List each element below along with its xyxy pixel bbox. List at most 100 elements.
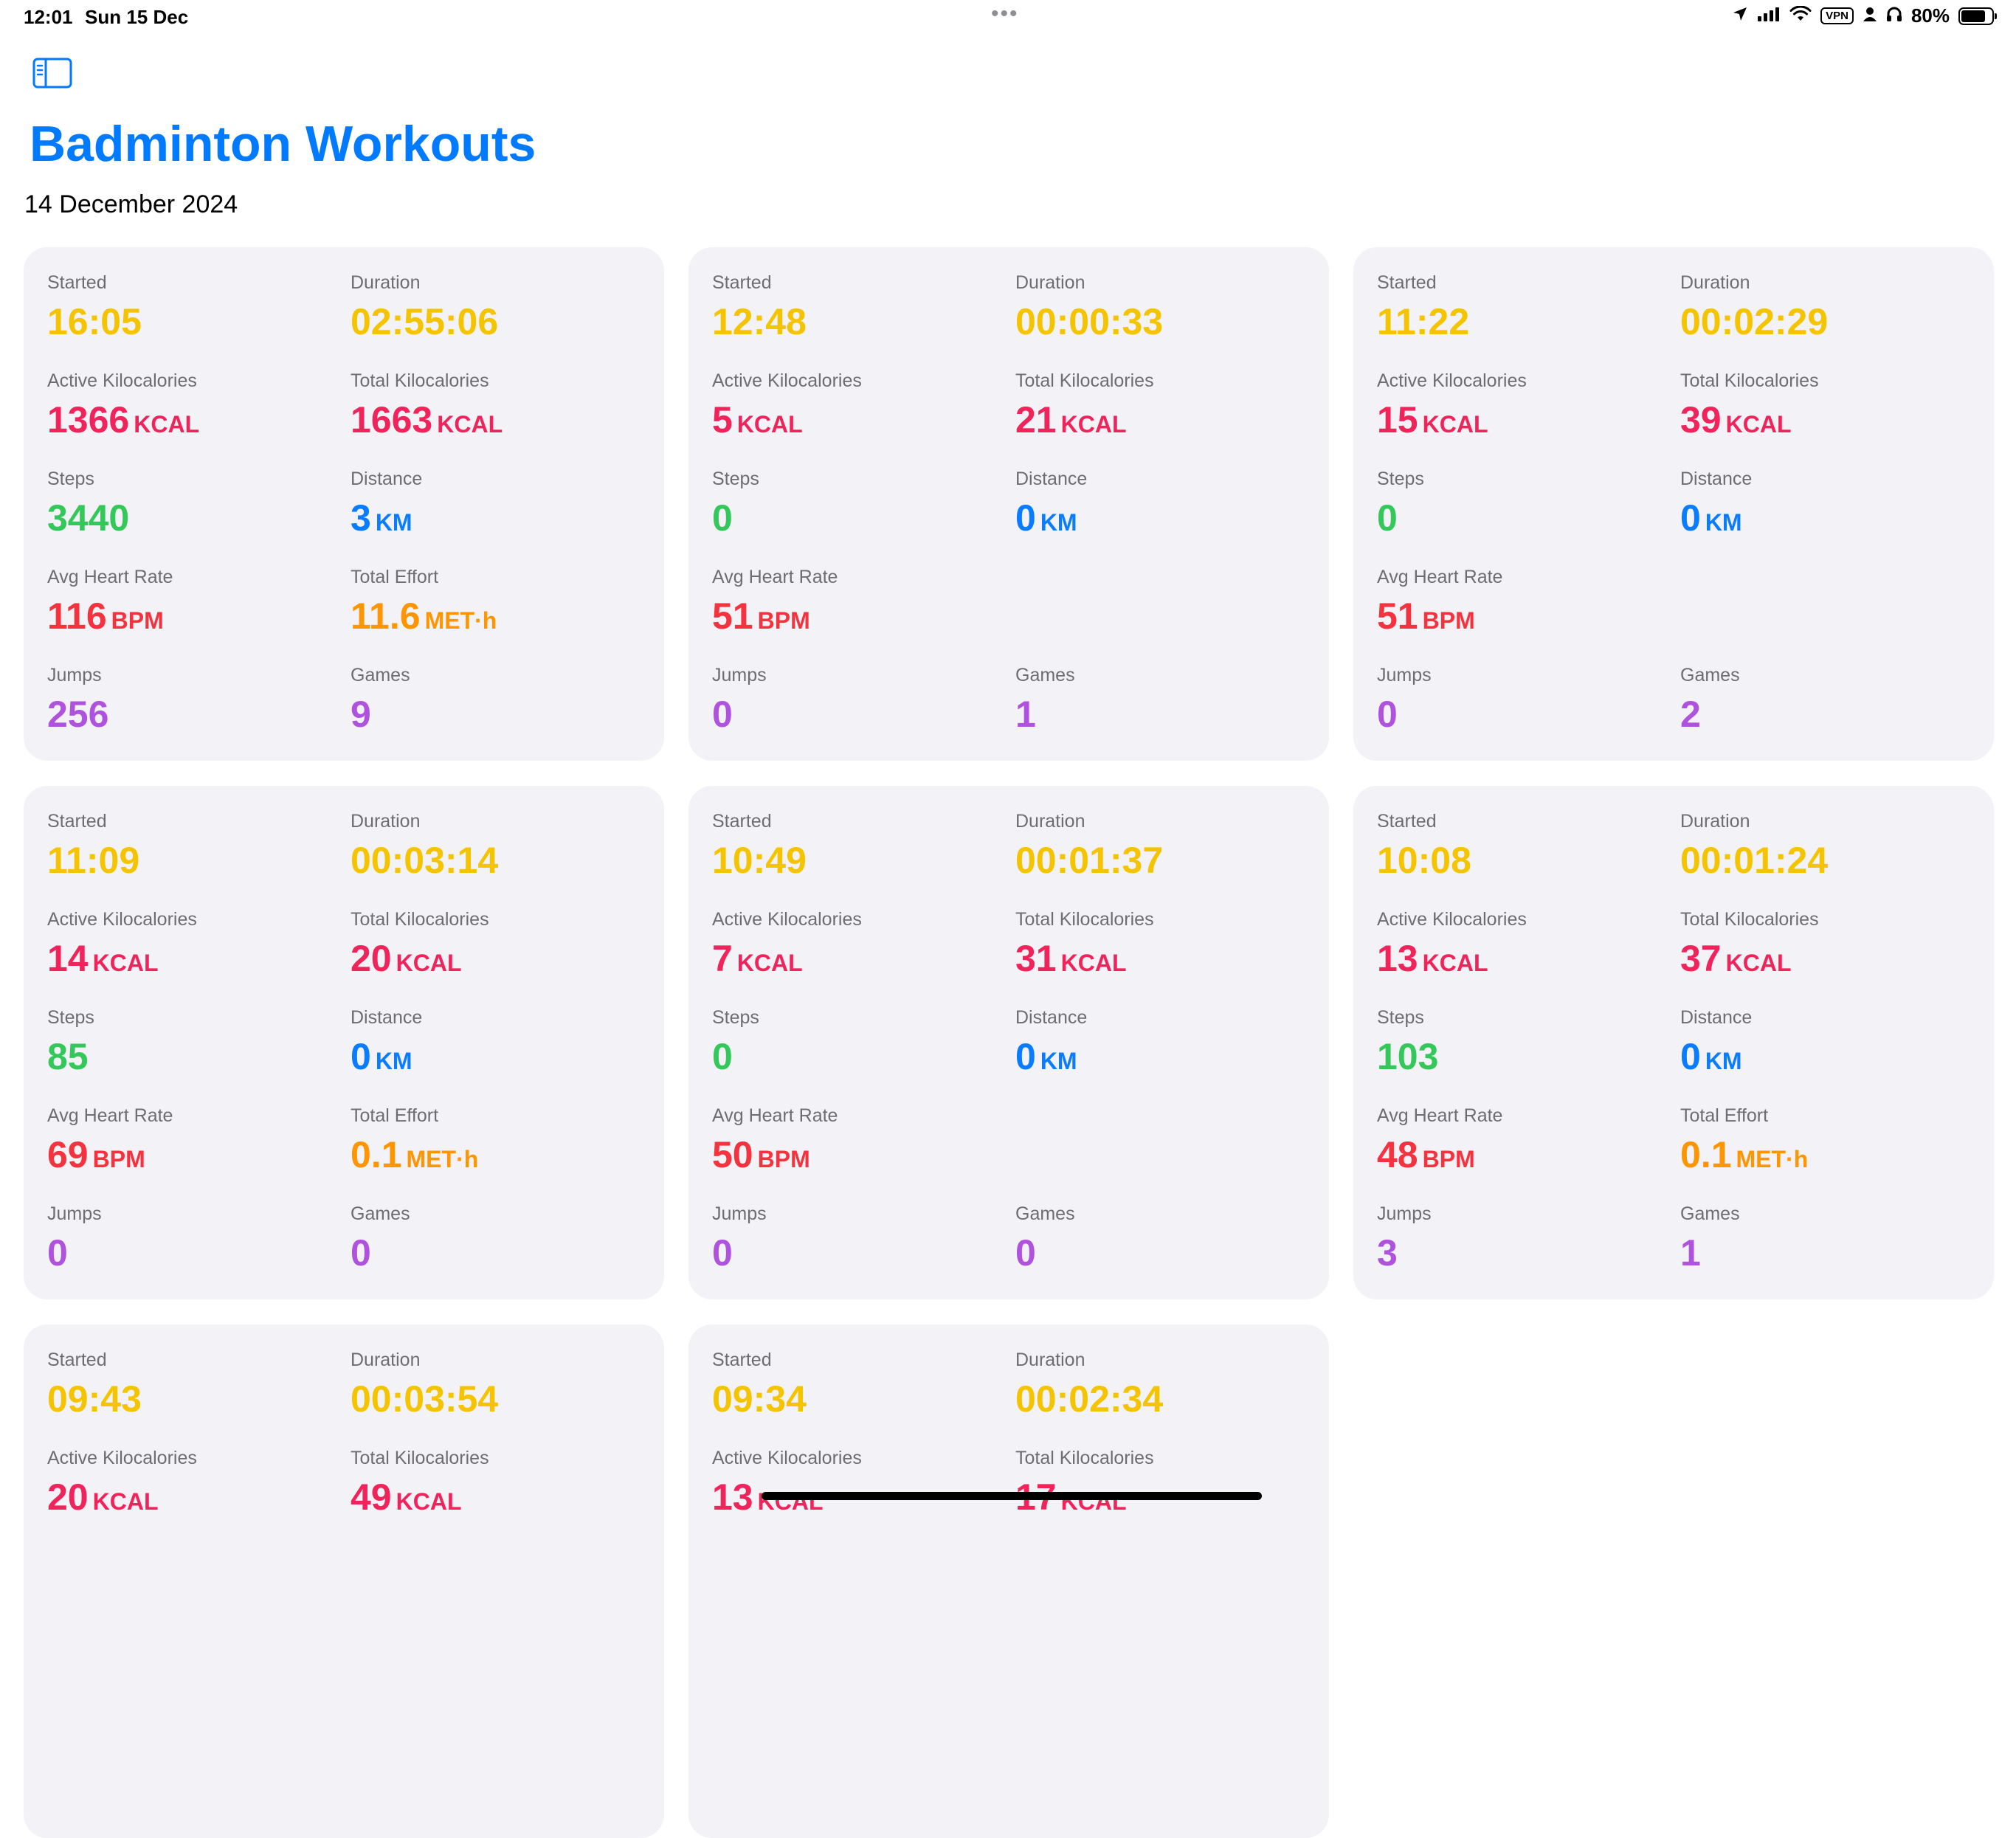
jumps-number: 0 (712, 694, 733, 735)
jumps-label: Jumps (1377, 1203, 1432, 1224)
total-kcal-metric: Total Kilocalories 17KCAL (1015, 1447, 1311, 1527)
total-kcal-label: Total Kilocalories (1015, 1448, 1154, 1468)
total-kcal-value: 20 KCAL (351, 938, 646, 989)
games-metric: Games 0 (1015, 1203, 1311, 1283)
started-metric: Started 10:49 (712, 810, 1007, 891)
jumps-metric: Jumps 0 (1377, 664, 1672, 744)
jumps-label: Jumps (712, 1203, 767, 1224)
steps-metric: Steps 0 (1377, 468, 1672, 548)
distance-metric: Distance 0 KM (1015, 468, 1311, 548)
avg-heart-rate-number: 48 (1377, 1134, 1418, 1175)
active-kcal-value: 20 KCAL (47, 1476, 342, 1527)
duration-value: 00:02:34 (1015, 1378, 1311, 1429)
duration-value: 00:00:33 (1015, 301, 1311, 352)
jumps-metric: Jumps 0 (712, 1203, 1007, 1283)
sidebar-toggle-button[interactable] (32, 58, 72, 89)
total-kcal-value: 17KCAL (1015, 1476, 1311, 1527)
steps-label: Steps (712, 1007, 759, 1028)
active-kcal-label: Active Kilocalories (712, 370, 862, 391)
workout-card[interactable]: Started 09:43 Duration 00:03:54 Active Kiloc… (24, 1324, 664, 1838)
started-value: 09:43 (47, 1378, 342, 1429)
active-kcal-unit: KCAL (134, 411, 200, 438)
sidebar-toggle-icon (32, 58, 72, 89)
active-kcal-number: 15 (1377, 399, 1418, 441)
workout-card[interactable]: Started 16:05 Duration 02:55:06 Active Kiloc… (24, 247, 664, 761)
duration-value: 02:55:06 (351, 301, 646, 352)
games-value: 0 (351, 1232, 646, 1283)
started-value: 09:34 (712, 1378, 1007, 1429)
jumps-label: Jumps (47, 665, 102, 685)
total-kcal-unit: KCAL (1725, 950, 1792, 976)
active-kcal-number: 14 (47, 938, 89, 979)
started-metric: Started 11:09 (47, 810, 342, 891)
avg-heart-rate-unit: BPM (757, 607, 810, 634)
page-date: 14 December 2024 (24, 190, 238, 218)
active-kcal-label: Active Kilocalories (47, 1448, 197, 1468)
started-metric: Started 09:34 (712, 1349, 1007, 1429)
avg-heart-rate-unit: BPM (1422, 607, 1475, 634)
avg-heart-rate-value: 51 BPM (712, 595, 1007, 646)
active-kcal-metric: Active Kilocalories 1366 KCAL (47, 370, 342, 450)
total-effort-number: 0.1 (351, 1134, 402, 1175)
total-kcal-value: 37 KCAL (1680, 938, 1975, 989)
status-date: Sun 15 Dec (85, 6, 189, 28)
active-kcal-label: Active Kilocalories (1377, 370, 1527, 391)
duration-number: 00:02:34 (1015, 1378, 1164, 1420)
jumps-value: 0 (1377, 694, 1672, 744)
distance-label: Distance (1015, 469, 1088, 489)
cellular-signal-icon (1757, 6, 1781, 26)
multitasking-dots-icon[interactable]: ••• (991, 1, 1019, 27)
workout-card[interactable]: Started 11:22 Duration 00:02:29 Active Kiloc… (1353, 247, 1994, 761)
total-effort-unit: MET·h (406, 1146, 479, 1172)
games-label: Games (1680, 1203, 1740, 1224)
started-label: Started (712, 811, 772, 832)
steps-value: 0 (712, 1036, 1007, 1087)
jumps-number: 256 (47, 694, 109, 735)
total-kcal-value: 49 KCAL (351, 1476, 646, 1527)
total-kcal-metric: Total Kilocalories 31 KCAL (1015, 908, 1311, 989)
duration-number: 00:01:24 (1680, 840, 1829, 881)
total-kcal-metric: Total Kilocalories 39 KCAL (1680, 370, 1975, 450)
distance-label: Distance (1015, 1007, 1088, 1028)
page-title: Badminton Workouts (30, 116, 536, 172)
jumps-label: Jumps (712, 665, 767, 685)
started-label: Started (712, 1350, 772, 1370)
steps-metric: Steps 3440 (47, 468, 342, 548)
active-kcal-value: 7 KCAL (712, 938, 1007, 989)
duration-metric: Duration 00:02:34 (1015, 1349, 1311, 1429)
avg-heart-rate-unit: BPM (92, 1146, 145, 1172)
distance-value: 0 KM (1015, 497, 1311, 548)
total-effort-metric: Total Effort 0.1 MET·h (351, 1105, 646, 1185)
duration-number: 00:01:37 (1015, 840, 1164, 881)
workout-card[interactable]: Started 12:48 Duration 00:00:33 Active Kiloc… (688, 247, 1329, 761)
distance-metric: Distance 0 KM (1680, 1006, 1975, 1087)
distance-value: 0 KM (351, 1036, 646, 1087)
avg-heart-rate-number: 69 (47, 1134, 89, 1175)
total-effort-number: 0.1 (1680, 1134, 1732, 1175)
avg-heart-rate-metric: Avg Heart Rate 51 BPM (712, 566, 1007, 646)
total-kcal-metric: Total Kilocalories 49 KCAL (351, 1447, 646, 1527)
workout-card[interactable]: Started 10:08 Duration 00:01:24 Active Kiloc… (1353, 786, 1994, 1299)
distance-unit: KM (375, 1048, 412, 1074)
jumps-metric: Jumps 3 (1377, 1203, 1672, 1283)
distance-metric: Distance 0 KM (1015, 1006, 1311, 1087)
distance-label: Distance (1680, 1007, 1753, 1028)
games-metric: Games 0 (351, 1203, 646, 1283)
active-kcal-label: Active Kilocalories (712, 909, 862, 930)
jumps-metric: Jumps 256 (47, 664, 342, 744)
workout-card[interactable]: Started 11:09 Duration 00:03:14 Active Kiloc… (24, 786, 664, 1299)
workout-card[interactable]: Started 09:34 Duration 00:02:34 Active Kiloc… (688, 1324, 1329, 1838)
duration-value: 00:01:24 (1680, 840, 1975, 891)
games-value: 1 (1015, 694, 1311, 744)
avg-heart-rate-value: 51 BPM (1377, 595, 1672, 646)
games-metric: Games 1 (1680, 1203, 1975, 1283)
duration-label: Duration (1680, 811, 1750, 832)
status-time: 12:01 (24, 6, 73, 28)
active-kcal-metric: Active Kilocalories 13 KCAL (712, 1447, 1007, 1527)
home-indicator[interactable] (762, 1492, 1262, 1500)
person-icon (1863, 6, 1877, 26)
duration-metric: Duration 00:02:29 (1680, 272, 1975, 352)
duration-value: 00:02:29 (1680, 301, 1975, 352)
workout-card[interactable]: Started 10:49 Duration 00:01:37 Active Kiloc… (688, 786, 1329, 1299)
active-kcal-number: 1366 (47, 399, 130, 441)
